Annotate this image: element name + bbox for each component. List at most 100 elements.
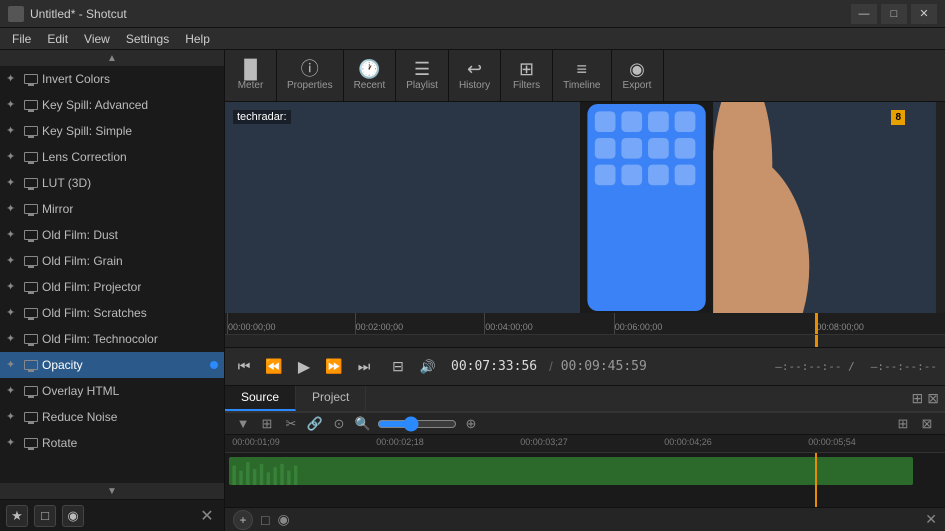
maximize-button[interactable]: □ <box>881 4 907 24</box>
ruler-tick-4: 00:08:00;00 <box>815 313 864 334</box>
content-area: ▐▌MeterⓘProperties🕐Recent☰Playlist↩Histo… <box>225 50 945 531</box>
bottom-bar: + □ ◉ ✕ <box>225 507 945 531</box>
monitor-icon <box>24 100 38 110</box>
source-tab[interactable]: Source <box>225 386 296 411</box>
filter-item-old-film-dust[interactable]: ✦ Old Film: Dust <box>0 222 224 248</box>
export-icon: ◉ <box>629 60 645 78</box>
filter-item-old-film-technocolor[interactable]: ✦Old Film: Technocolor <box>0 326 224 352</box>
filter-item-old-film-projector[interactable]: ✦ Old Film: Projector <box>0 274 224 300</box>
filter-close-button[interactable]: ✕ <box>196 505 218 527</box>
timeline-close[interactable]: ⊠ <box>917 414 937 434</box>
star-icon: ✦ <box>6 280 20 294</box>
monitor-icon <box>24 386 38 396</box>
scrub-playhead <box>815 335 818 347</box>
filter-item-lut-3d[interactable]: ✦LUT (3D) <box>0 170 224 196</box>
source-panel-options[interactable]: ⊞ <box>912 390 924 407</box>
monitor-icon <box>24 230 38 240</box>
player-top: techradar: 8 <box>225 102 945 313</box>
window-controls: — □ ✕ <box>851 4 937 24</box>
add-track-button[interactable]: + <box>233 510 253 530</box>
toolbar-recent[interactable]: 🕐Recent <box>344 50 397 101</box>
filter-item-label: Reduce Noise <box>42 410 117 424</box>
timecode-right: —:--:--:-- / <box>775 360 854 373</box>
toolbar-properties[interactable]: ⓘProperties <box>277 50 344 101</box>
timeline-ruler-2: 00:00:01;09 00:00:02;18 00:00:03;27 00:0… <box>225 435 945 453</box>
monitor-icon <box>24 178 38 188</box>
volume-button[interactable]: 🔊 <box>417 356 439 378</box>
close-button[interactable]: ✕ <box>911 4 937 24</box>
toggle-button[interactable]: ⊟ <box>387 356 409 378</box>
timeline-playhead <box>815 453 817 507</box>
timeline-cut[interactable]: ✂ <box>281 414 301 434</box>
filter-item-label: Old Film: Dust <box>42 228 118 242</box>
skip-to-start-button[interactable]: ⏮ <box>233 356 255 378</box>
filter-item-invert-colors[interactable]: ✦Invert Colors <box>0 66 224 92</box>
timeline-options[interactable]: ⊞ <box>893 414 913 434</box>
filter-item-opacity[interactable]: ✦Opacity <box>0 352 224 378</box>
filter-list: ✦Invert Colors✦Key Spill: Advanced✦Key S… <box>0 66 224 483</box>
filter-item-rotate[interactable]: ✦Rotate <box>0 430 224 456</box>
timeline-append[interactable]: ⊞ <box>257 414 277 434</box>
history-icon: ↩ <box>467 60 482 78</box>
filter-item-key-spill-simple[interactable]: ✦Key Spill: Simple <box>0 118 224 144</box>
ruler-playhead <box>815 313 818 334</box>
filter-item-mirror[interactable]: ✦Mirror <box>0 196 224 222</box>
minimize-button[interactable]: — <box>851 4 877 24</box>
project-tab[interactable]: Project <box>296 386 366 411</box>
tl-time-1: 00:00:02;18 <box>376 437 424 447</box>
timeline-zoom-out[interactable]: 🔍 <box>353 414 373 434</box>
filter-panel: ▲ ✦Invert Colors✦Key Spill: Advanced✦Key… <box>0 50 225 531</box>
star-icon: ✦ <box>6 228 20 242</box>
monitor-icon <box>24 308 38 318</box>
filter-scroll-up[interactable]: ▲ <box>0 50 224 66</box>
menu-edit[interactable]: Edit <box>39 30 76 48</box>
meter-icon: ▐▌ <box>238 60 264 78</box>
play-button[interactable]: ▶ <box>293 356 315 378</box>
toolbar-history[interactable]: ↩History <box>449 50 501 101</box>
skip-to-end-button[interactable]: ⏭ <box>353 356 375 378</box>
filter-item-key-spill-advanced[interactable]: ✦Key Spill: Advanced <box>0 92 224 118</box>
menu-file[interactable]: File <box>4 30 39 48</box>
filter-item-reduce-noise[interactable]: ✦Reduce Noise <box>0 404 224 430</box>
filter-item-old-film-grain[interactable]: ✦Old Film: Grain <box>0 248 224 274</box>
filter-item-overlay-html[interactable]: ✦Overlay HTML <box>0 378 224 404</box>
app-icon <box>8 6 24 22</box>
toolbar-export[interactable]: ◉Export <box>612 50 664 101</box>
filter-scroll-down[interactable]: ▼ <box>0 483 224 499</box>
star-icon: ✦ <box>6 98 20 112</box>
timeline-zoom-in[interactable]: ⊕ <box>461 414 481 434</box>
timeline-dropdown[interactable]: ▼ <box>233 414 253 434</box>
menu-settings[interactable]: Settings <box>118 30 177 48</box>
menu-view[interactable]: View <box>76 30 118 48</box>
timeline-snap[interactable]: ⊙ <box>329 414 349 434</box>
toolbar-playlist[interactable]: ☰Playlist <box>396 50 449 101</box>
sponsor-badge: 8 <box>891 110 905 125</box>
controls-bar: ⏮ ⏪ ▶ ⏩ ⏭ ⊟ 🔊 00:07:33:56 / 00:09:45:59 … <box>225 347 945 385</box>
tl-time-4: 00:00:05;54 <box>808 437 856 447</box>
rewind-button[interactable]: ⏪ <box>263 356 285 378</box>
filter-monitor-button[interactable]: □ <box>34 505 56 527</box>
menu-help[interactable]: Help <box>177 30 218 48</box>
toolbar-timeline[interactable]: ≡Timeline <box>553 50 611 101</box>
star-icon: ✦ <box>6 306 20 320</box>
fast-forward-button[interactable]: ⏩ <box>323 356 345 378</box>
timeline-track-1[interactable] <box>229 457 913 485</box>
timeline-link[interactable]: 🔗 <box>305 414 325 434</box>
title-text: Untitled* - Shotcut <box>30 7 851 21</box>
filter-item-label: Mirror <box>42 202 73 216</box>
preview-scrollbar[interactable] <box>935 102 945 313</box>
filter-circle-button[interactable]: ◉ <box>62 505 84 527</box>
filter-item-label: Old Film: Projector <box>42 280 141 294</box>
timeline-zoom-slider[interactable] <box>377 417 457 431</box>
toolbar-meter[interactable]: ▐▌Meter <box>225 50 277 101</box>
toolbar-filters[interactable]: ⊞Filters <box>501 50 553 101</box>
timeline-ruler: 00:00:00;00 00:02:00;00 00:04:00;00 00:0… <box>225 313 945 335</box>
player-section: techradar: 8 00:00:00;00 00:02:00;00 00:… <box>225 102 945 411</box>
scrub-area[interactable] <box>225 335 945 347</box>
timeline-toolbar: ▼ ⊞ ✂ 🔗 ⊙ 🔍 ⊕ <box>233 414 481 434</box>
filter-item-lens-correction[interactable]: ✦Lens Correction <box>0 144 224 170</box>
filter-add-button[interactable]: ★ <box>6 505 28 527</box>
source-panel-close[interactable]: ⊠ <box>927 390 939 407</box>
filter-item-old-film-scratches[interactable]: ✦Old Film: Scratches <box>0 300 224 326</box>
bottom-close[interactable]: ✕ <box>925 511 937 528</box>
